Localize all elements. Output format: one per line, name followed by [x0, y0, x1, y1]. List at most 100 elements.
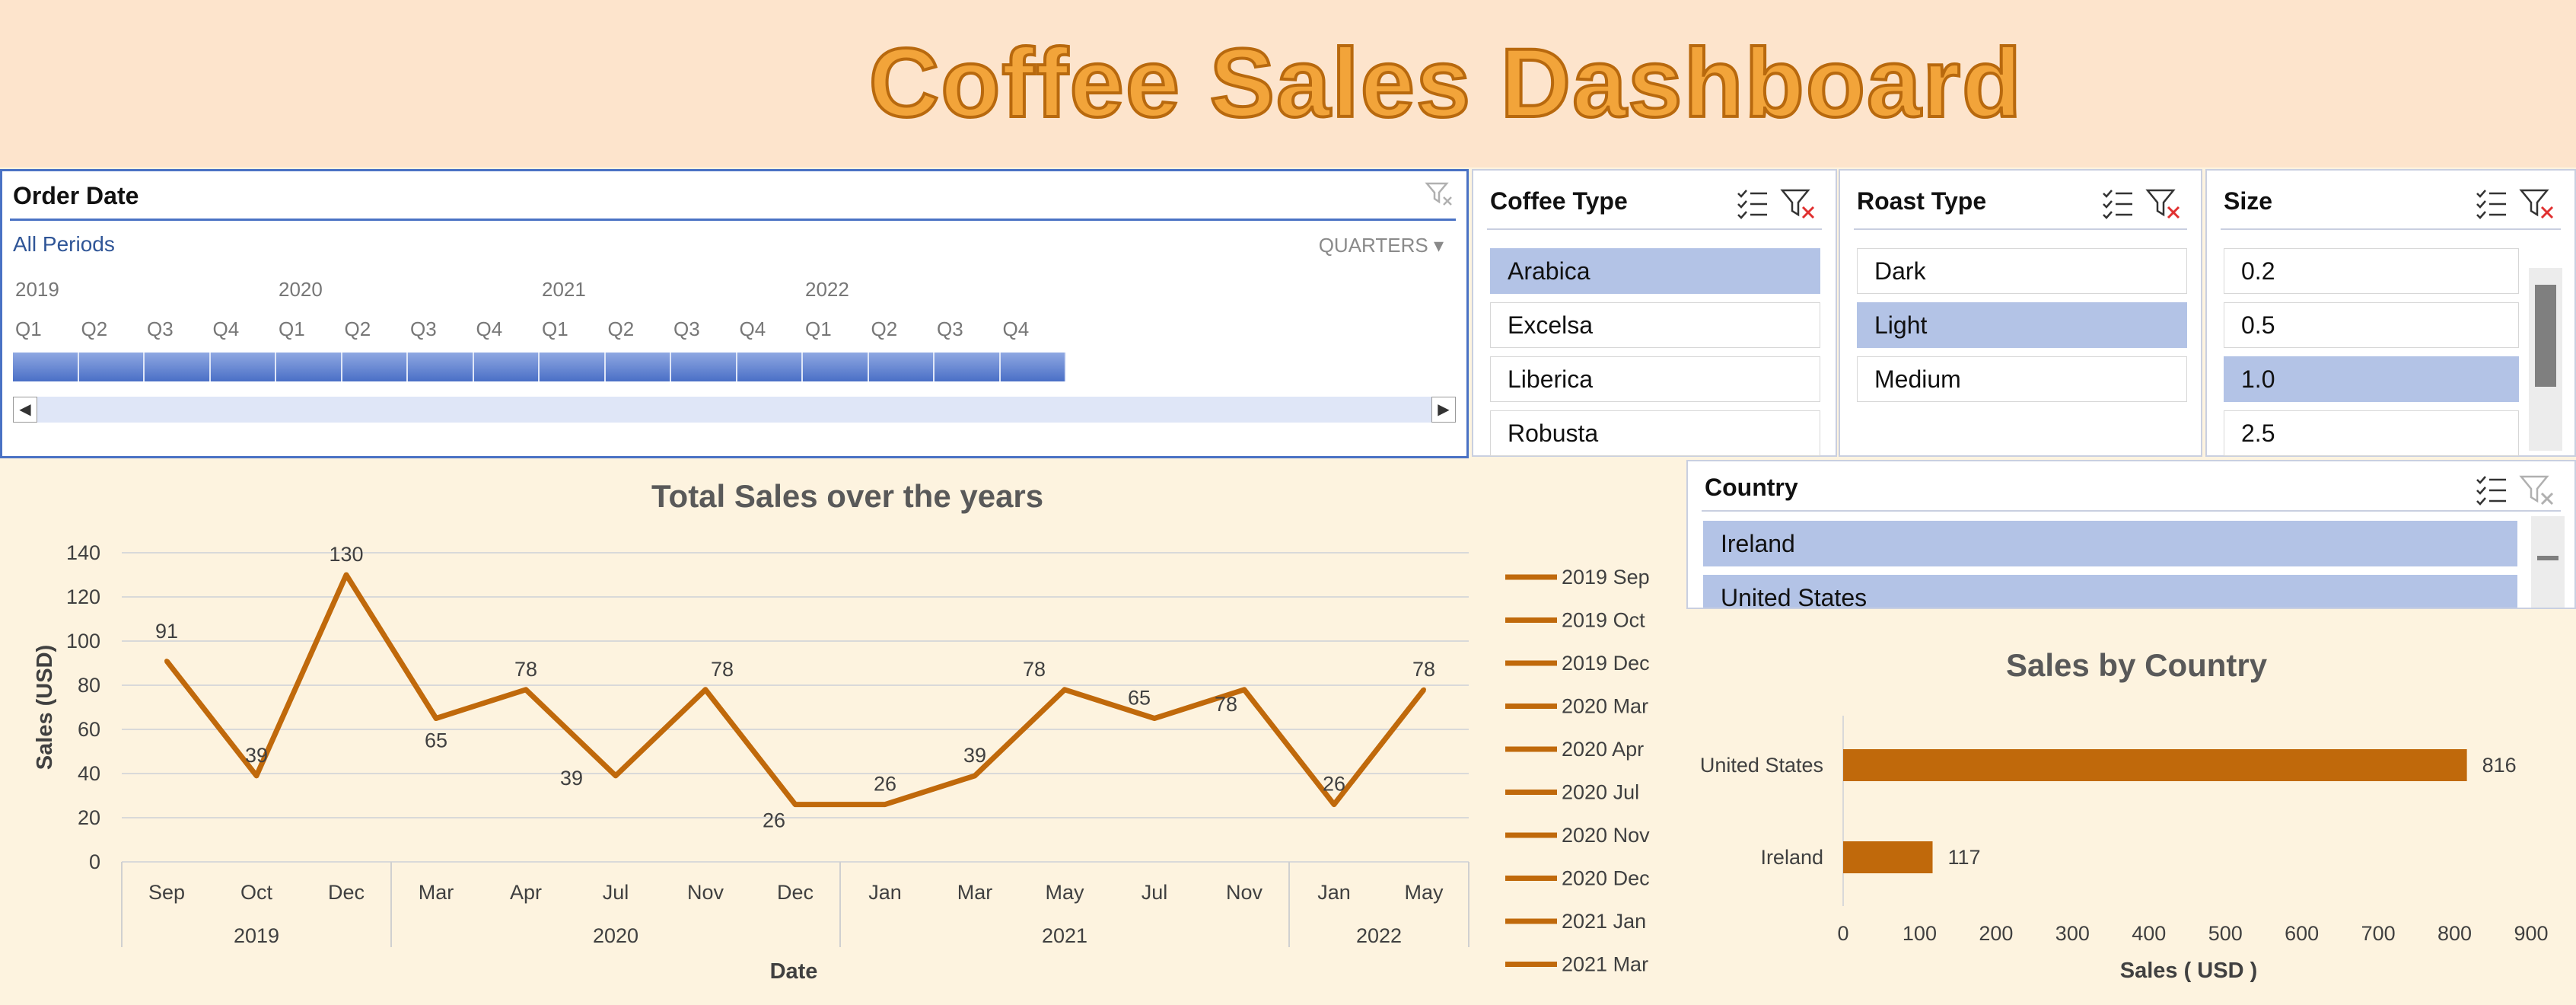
y-tick-label: 140 — [66, 541, 100, 564]
data-label: 65 — [425, 729, 447, 752]
coffee-type-item[interactable]: Liberica — [1490, 356, 1820, 402]
x-tick-label: Jul — [1142, 881, 1168, 904]
clear-filter-icon[interactable] — [2518, 471, 2556, 509]
timeline-quarter-label: Q1 — [15, 317, 42, 340]
timeline-quarter-label: Q4 — [1002, 317, 1030, 340]
x-tick-label: 200 — [1979, 922, 2013, 945]
timeline-quarter-bar[interactable] — [78, 353, 145, 381]
data-point — [883, 802, 887, 807]
country-scrollbar[interactable] — [2531, 516, 2565, 608]
multi-select-icon[interactable] — [2473, 184, 2511, 222]
data-point — [973, 773, 977, 778]
timeline-scrollbar[interactable] — [13, 397, 1456, 423]
coffee-type-slicer: Coffee Type Arabica Excelsa Liberica Robust… — [1472, 169, 1837, 457]
x-tick-label: 500 — [2208, 922, 2243, 945]
size-scrollbar[interactable] — [2529, 268, 2562, 451]
roast-type-item[interactable]: Medium — [1857, 356, 2187, 402]
x-tick-label: 100 — [1903, 922, 1937, 945]
timeline-quarter-bar[interactable] — [342, 353, 408, 381]
size-divider — [2221, 228, 2561, 230]
timeline-quarter-bar[interactable] — [671, 353, 737, 381]
x-tick-label: Dec — [328, 881, 365, 904]
timeline-quarter-bar[interactable] — [935, 353, 1001, 381]
data-label: 78 — [514, 658, 537, 681]
timeline-quarter-label: Q2 — [344, 317, 371, 340]
timeline-quarter-bar[interactable] — [210, 353, 276, 381]
timeline-year-label: 2021 — [542, 278, 586, 301]
x-tick-label: 700 — [2361, 922, 2396, 945]
data-label: 39 — [245, 744, 268, 767]
total-sales-line-chart: 0 20 40 60 80 100 120 140 Sep Oct Dec Mar Apr Jul Nov D… — [33, 541, 1650, 984]
x-tick-label: 800 — [2437, 922, 2472, 945]
data-label: 39 — [963, 744, 986, 767]
clear-filter-icon[interactable] — [1779, 184, 1817, 222]
timeline-quarter-bar[interactable] — [540, 353, 606, 381]
timeline-quarter-label: Q3 — [937, 317, 963, 340]
timeline-quarter-bar[interactable] — [868, 353, 935, 381]
legend-entry: 2019 Oct — [1562, 609, 1645, 632]
y-tick-label: 0 — [89, 850, 100, 873]
multi-select-icon[interactable] — [2473, 471, 2511, 509]
coffee-type-item[interactable]: Arabica — [1490, 248, 1820, 294]
clear-filter-icon[interactable] — [1424, 179, 1454, 209]
country-item[interactable]: Ireland — [1703, 521, 2517, 566]
size-item[interactable]: 0.2 — [2224, 248, 2519, 294]
x-year-label: 2021 — [1042, 924, 1087, 947]
timeline-quarter-bar[interactable] — [605, 353, 671, 381]
roast-type-item[interactable]: Dark — [1857, 248, 2187, 294]
size-item[interactable]: 1.0 — [2224, 356, 2519, 402]
timeline-quarter-bar[interactable] — [473, 353, 540, 381]
timeline-quarter-bar[interactable] — [408, 353, 474, 381]
multi-select-icon[interactable] — [2099, 184, 2137, 222]
multi-select-icon[interactable] — [1734, 184, 1772, 222]
country-divider — [1702, 510, 2561, 512]
size-scroll-thumb[interactable] — [2535, 285, 2556, 387]
timeline-quarter-label: Q2 — [871, 317, 898, 340]
x-tick-label: Nov — [1226, 881, 1263, 904]
size-item[interactable]: 2.5 — [2224, 410, 2519, 456]
x-tick-label: 900 — [2514, 922, 2548, 945]
scroll-right-icon[interactable]: ▶ — [1431, 397, 1456, 423]
data-label: 26 — [874, 773, 896, 796]
data-label: 78 — [1023, 658, 1046, 681]
order-date-timeline[interactable]: Order Date All Periods QUARTERS ▾ 2019 20… — [0, 169, 1469, 458]
timeline-quarter-bar[interactable] — [276, 353, 342, 381]
country-scroll-thumb[interactable] — [2537, 556, 2558, 560]
x-tick-label: Dec — [777, 881, 814, 904]
y-tick-label: 100 — [66, 630, 100, 652]
coffee-type-divider — [1487, 228, 1822, 230]
x-tick-label: Mar — [957, 881, 993, 904]
data-point — [613, 773, 618, 778]
timeline-quarter-label: Q2 — [607, 317, 635, 340]
y-axis-title: Sales (USD) — [33, 645, 57, 770]
clear-filter-icon[interactable] — [2145, 184, 2183, 222]
scroll-left-icon[interactable]: ◀ — [13, 397, 37, 423]
data-point — [793, 802, 798, 807]
bar-value-label: 117 — [1948, 846, 1981, 869]
timeline-quarter-bar[interactable] — [803, 353, 869, 381]
x-tick-label: Apr — [510, 881, 542, 904]
data-point — [1152, 716, 1157, 721]
timeline-quarter-bar[interactable] — [13, 353, 79, 381]
timeline-quarter-bar[interactable] — [737, 353, 803, 381]
coffee-type-item[interactable]: Robusta — [1490, 410, 1820, 456]
country-item[interactable]: United States — [1703, 575, 2517, 608]
size-item[interactable]: 0.5 — [2224, 302, 2519, 348]
timeline-quarter-label: Q4 — [212, 317, 240, 340]
data-point — [1242, 687, 1247, 692]
coffee-type-item[interactable]: Excelsa — [1490, 302, 1820, 348]
time-level-dropdown[interactable]: QUARTERS ▾ — [1319, 234, 1444, 257]
clear-filter-icon[interactable] — [2518, 184, 2556, 222]
x-axis-title: Date — [770, 959, 818, 984]
timeline-quarter-bar[interactable] — [1000, 353, 1066, 381]
roast-type-slicer: Roast Type Dark Light Medium — [1839, 169, 2202, 457]
y-tick-label: 120 — [66, 585, 100, 608]
x-tick-label: Sep — [148, 881, 185, 904]
legend-entry: 2020 Dec — [1562, 867, 1650, 890]
roast-type-item[interactable]: Light — [1857, 302, 2187, 348]
y-tick-label: 20 — [78, 806, 100, 829]
data-point — [254, 773, 259, 778]
timeline-quarter-bar[interactable] — [145, 353, 211, 381]
timeline-quarter-label: Q2 — [81, 317, 108, 340]
data-point — [1062, 687, 1067, 692]
